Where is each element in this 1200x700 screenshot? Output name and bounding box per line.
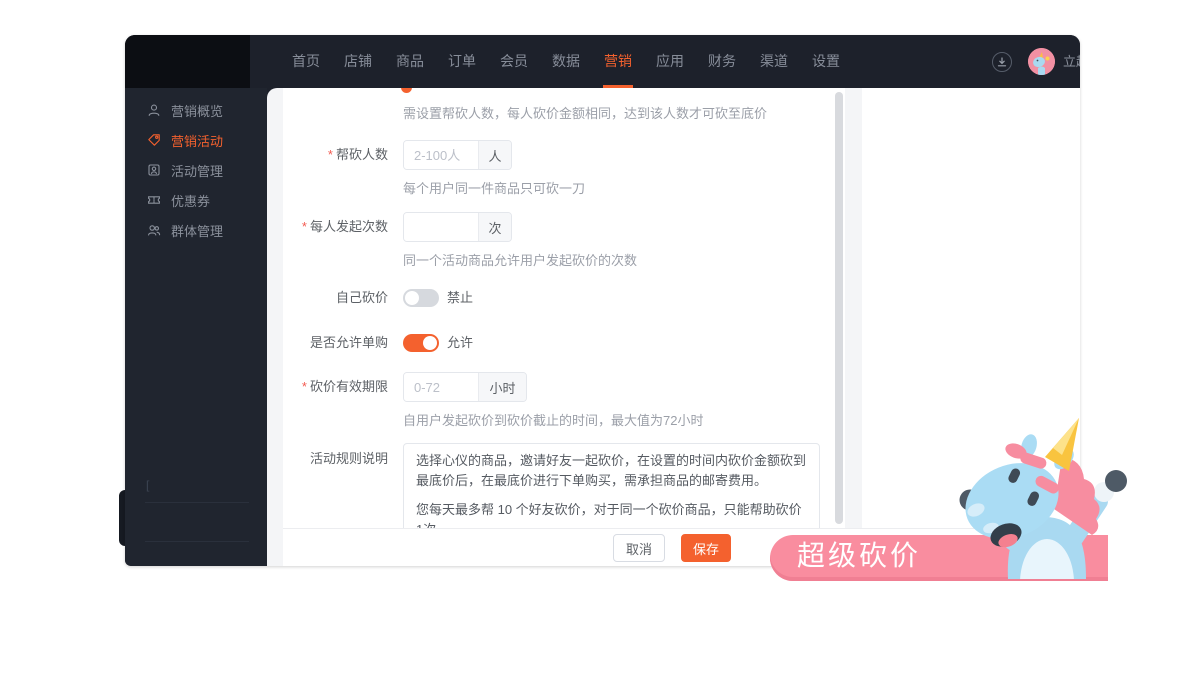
cancel-button[interactable]: 取消 [613, 534, 665, 562]
sidebar-item-group-management[interactable]: 群体管理 [125, 215, 267, 245]
sidebar-item-marketing-activity[interactable]: 营销活动 [125, 125, 267, 155]
nav-item-settings[interactable]: 设置 [812, 35, 840, 88]
user-name[interactable]: 立趣 [1063, 35, 1080, 88]
activity-rules-textarea[interactable]: 选择心仪的商品，邀请好友一起砍价，在设置的时间内砍价金额砍到最底价后，在最底价进… [403, 443, 820, 528]
tag-icon [147, 133, 161, 147]
unit-suffix: 人 [478, 141, 511, 169]
sidebar-item-activity-management[interactable]: 活动管理 [125, 155, 267, 185]
required-asterisk: * [302, 219, 307, 234]
sidebar-item-label: 营销概览 [171, 101, 223, 120]
group-icon [147, 223, 161, 237]
sidebar-item-label: 群体管理 [171, 221, 223, 240]
page: 首页 店铺 商品 订单 会员 数据 营销 应用 财务 渠道 设置 [0, 0, 1200, 700]
sidebar-item-label: 活动管理 [171, 161, 223, 180]
nav-item-order[interactable]: 订单 [448, 35, 476, 88]
sidebar-item-label: 营销活动 [171, 131, 223, 150]
sidebar-divider [145, 502, 249, 503]
field-row-valid-period: *砍价有效期限 小时 [283, 372, 527, 402]
input-group: 小时 [403, 372, 527, 402]
sidebar-item-marketing-overview[interactable]: 营销概览 [125, 95, 267, 125]
nav-item-apps[interactable]: 应用 [656, 35, 684, 88]
sidebar: 营销概览 营销活动 活动管理 [125, 88, 267, 566]
valid-period-input[interactable] [404, 373, 478, 401]
field-helper-text: 同一个活动商品允许用户发起砍价的次数 [403, 250, 637, 269]
field-helper-text: 每个用户同一件商品只可砍一刀 [403, 178, 585, 197]
field-label: 是否允许单购 [283, 334, 388, 352]
toggle-state-label: 禁止 [447, 289, 473, 307]
nav-item-home[interactable]: 首页 [292, 35, 320, 88]
field-row-allow-single-purchase: 是否允许单购 允许 [283, 334, 473, 352]
required-asterisk: * [328, 147, 333, 162]
field-row-self-bargain: 自己砍价 禁止 [283, 289, 473, 307]
field-label: 自己砍价 [283, 289, 388, 307]
download-icon[interactable] [992, 52, 1012, 72]
activity-icon [147, 163, 161, 177]
field-label: *帮砍人数 [283, 140, 388, 170]
rules-paragraph: 选择心仪的商品，邀请好友一起砍价，在设置的时间内砍价金额砍到最底价后，在最底价进… [416, 451, 807, 491]
coupon-icon [147, 193, 161, 207]
input-group: 次 [403, 212, 512, 242]
avatar[interactable] [1028, 48, 1055, 75]
nav-item-channel[interactable]: 渠道 [760, 35, 788, 88]
field-row-activity-rules: 活动规则说明 选择心仪的商品，邀请好友一起砍价，在设置的时间内砍价金额砍到最底价… [283, 443, 820, 528]
field-label: 活动规则说明 [283, 443, 388, 467]
unicorn-mascot-illustration [950, 413, 1142, 579]
input-group: 人 [403, 140, 512, 170]
banner-title: 超级砍价 [797, 535, 921, 577]
helpers-count-input[interactable] [404, 141, 478, 169]
sidebar-faint-text: [ [146, 478, 149, 492]
nav-item-shop[interactable]: 店铺 [344, 35, 372, 88]
single-purchase-toggle[interactable] [403, 334, 439, 352]
nav-item-member[interactable]: 会员 [500, 35, 528, 88]
vertical-scrollbar[interactable] [835, 92, 843, 524]
field-row-launch-times: *每人发起次数 次 [283, 212, 512, 242]
bargain-settings-form: 需设置帮砍人数，每人砍价金额相同，达到该人数才可砍至底价 *帮砍人数 人 每个用… [283, 88, 845, 528]
sidebar-item-label: 优惠券 [171, 191, 210, 210]
radio-selected-icon[interactable] [401, 88, 412, 93]
unit-suffix: 次 [478, 213, 511, 241]
nav-item-finance[interactable]: 财务 [708, 35, 736, 88]
field-row-helpers-count: *帮砍人数 人 [283, 140, 512, 170]
unit-suffix: 小时 [478, 373, 526, 401]
rules-paragraph: 您每天最多帮 10 个好友砍价，对于同一个砍价商品，只能帮助砍价1次。 [416, 500, 807, 528]
sidebar-divider [145, 541, 249, 542]
field-label: *砍价有效期限 [283, 372, 388, 402]
required-asterisk: * [302, 379, 307, 394]
sidebar-item-coupons[interactable]: 优惠券 [125, 185, 267, 215]
top-navbar: 首页 店铺 商品 订单 会员 数据 营销 应用 财务 渠道 设置 [125, 35, 1080, 88]
main-nav: 首页 店铺 商品 订单 会员 数据 营销 应用 财务 渠道 设置 [292, 35, 840, 88]
form-intro-text: 需设置帮砍人数，每人砍价金额相同，达到该人数才可砍至底价 [403, 103, 767, 122]
field-label: *每人发起次数 [283, 212, 388, 242]
launch-times-input[interactable] [404, 213, 478, 241]
nav-item-marketing[interactable]: 营销 [604, 35, 632, 88]
toggle-state-label: 允许 [447, 334, 473, 352]
self-bargain-toggle[interactable] [403, 289, 439, 307]
nav-item-data[interactable]: 数据 [552, 35, 580, 88]
field-helper-text: 自用户发起砍价到砍价截止的时间，最大值为72小时 [403, 410, 703, 429]
logo-area [125, 35, 250, 88]
user-icon [147, 103, 161, 117]
save-button[interactable]: 保存 [681, 534, 731, 562]
nav-item-product[interactable]: 商品 [396, 35, 424, 88]
app-window: 首页 店铺 商品 订单 会员 数据 营销 应用 财务 渠道 设置 [125, 35, 1080, 566]
